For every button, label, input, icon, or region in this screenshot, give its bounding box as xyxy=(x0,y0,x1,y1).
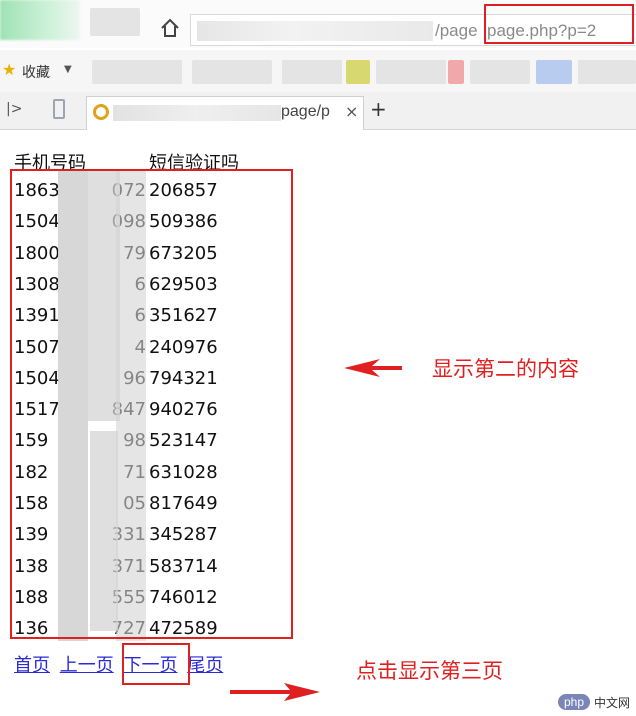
first-page-link[interactable]: 首页 xyxy=(14,655,50,676)
close-icon[interactable]: × xyxy=(345,102,358,121)
chevron-down-icon[interactable]: ▼ xyxy=(64,64,72,75)
blurred-bookmark xyxy=(282,60,342,84)
prev-page-link[interactable]: 上一页 xyxy=(60,655,114,676)
favorites-button[interactable]: 收藏 xyxy=(22,62,50,82)
annotation-arrow-icon xyxy=(344,359,402,377)
blurred-bookmark xyxy=(376,60,446,84)
blurred-bookmark xyxy=(536,60,572,84)
favicon-icon xyxy=(93,104,109,120)
blurred-tab-title xyxy=(113,105,281,121)
blurred-bookmark xyxy=(192,60,272,84)
blurred-logo xyxy=(0,0,80,40)
tab-title: page/p xyxy=(281,103,330,120)
sidebar-toggle-icon[interactable]: |> xyxy=(6,101,22,117)
new-tab-button[interactable]: + xyxy=(370,97,387,121)
blurred-bookmark xyxy=(448,60,464,84)
blurred-region xyxy=(90,8,140,36)
blurred-bookmark xyxy=(578,60,636,84)
watermark-logo: php xyxy=(558,694,591,710)
url-highlight-box xyxy=(484,4,634,44)
next-link-highlight-box xyxy=(122,643,190,685)
blurred-bookmark xyxy=(346,60,370,84)
annotation-arrow-icon xyxy=(230,683,320,701)
tab-bar: |> page/p × + xyxy=(0,92,636,130)
blurred-bookmark xyxy=(470,60,530,84)
pagination: 首页 上一页 下一页 尾页 xyxy=(14,651,227,677)
annotation-content: 显示第二的内容 xyxy=(432,357,579,381)
blurred-host xyxy=(197,21,433,41)
active-tab[interactable]: page/p × xyxy=(86,96,364,130)
mobile-device-icon[interactable] xyxy=(53,99,65,119)
browser-toolbar: /page page.php?p=2 xyxy=(0,0,636,48)
watermark-text: 中文网 xyxy=(594,695,631,710)
page-content: 手机号码 短信验证吗 18630722068571504098509386180… xyxy=(0,131,636,716)
star-icon[interactable]: ★ xyxy=(2,60,16,79)
annotation-click: 点击显示第三页 xyxy=(356,659,503,683)
watermark: php 中文网 xyxy=(554,688,636,716)
bookmarks-bar: ★ 收藏 ▼ xyxy=(0,50,636,92)
home-icon[interactable] xyxy=(156,14,184,42)
last-page-link[interactable]: 尾页 xyxy=(187,655,223,676)
address-path: /page xyxy=(435,21,478,40)
content-highlight-box xyxy=(10,169,293,639)
blurred-bookmark xyxy=(92,60,182,84)
